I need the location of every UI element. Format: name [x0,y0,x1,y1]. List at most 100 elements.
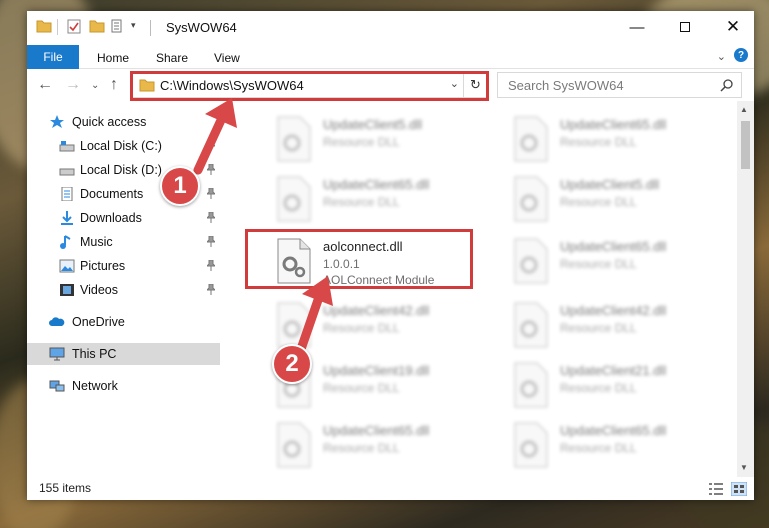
pin-icon[interactable] [207,212,215,223]
forward-icon[interactable]: → [65,76,81,94]
pin-icon[interactable] [207,164,215,175]
sidebar-item-label: Downloads [80,211,142,225]
file-item[interactable]: UpdateClient65.dll Resource DLL [274,175,494,229]
file-description: AOLConnect Module [323,273,435,287]
file-item[interactable]: UpdateClient65.dll Resource DLL [511,421,731,473]
sidebar-item-label: Local Disk (C:) [80,139,162,153]
tab-file[interactable]: File [27,45,79,69]
dll-file-icon [514,176,548,222]
item-count: 155 items [39,481,92,495]
search-icon[interactable] [720,78,734,92]
file-name: UpdateClient19.dll [323,363,430,378]
documents-icon [61,187,73,201]
step-2-badge: 2 [272,344,312,384]
file-item-aolconnect[interactable]: aolconnect.dll 1.0.0.1 AOLConnect Module [274,237,494,291]
scroll-thumb[interactable] [741,121,750,169]
file-description: Resource DLL [560,195,637,209]
file-description: Resource DLL [560,135,637,149]
sidebar-item-label: Local Disk (D:) [80,163,162,177]
sidebar-item-label: Quick access [72,115,147,129]
file-item[interactable]: UpdateClient5.dll Resource DLL [274,115,494,169]
pin-icon[interactable] [207,236,215,247]
file-description: Resource DLL [560,381,637,395]
search-input[interactable] [497,72,742,98]
sidebar-item-downloads[interactable]: Downloads [27,207,220,229]
minimize-button[interactable]: — [625,17,649,37]
sidebar-item-videos[interactable]: Videos [27,279,220,301]
file-name: UpdateClient42.dll [560,303,667,318]
close-button[interactable]: ✕ [721,17,745,37]
file-item[interactable]: UpdateClient5.dll Resource DLL [511,175,731,229]
file-name: UpdateClient5.dll [560,177,660,192]
sidebar-item-local-disk-c[interactable]: Local Disk (C:) [27,135,220,157]
sidebar-item-onedrive[interactable]: OneDrive [27,311,220,333]
address-bar[interactable]: C:\Windows\SysWOW64 ⌄ ↻ [132,72,488,98]
step-1-badge: 1 [160,166,200,206]
navigation-bar: ← → ⌄ ↑ C:\Windows\SysWOW64 ⌄ ↻ [27,69,754,101]
details-view-icon[interactable] [708,482,724,496]
file-item[interactable]: UpdateClient65.dll Resource DLL [511,115,731,169]
properties-icon[interactable] [67,19,81,34]
file-list: UpdateClient5.dll Resource DLL UpdateCli… [237,103,737,473]
address-dropdown-icon[interactable]: ⌄ [450,77,459,90]
sidebar-item-this-pc[interactable]: This PC [27,343,220,365]
sidebar-item-pictures[interactable]: Pictures [27,255,220,277]
file-description: Resource DLL [560,441,637,455]
pin-icon[interactable] [207,140,215,151]
scroll-down-icon[interactable]: ▼ [740,463,748,472]
pictures-icon [59,259,75,273]
sidebar-item-quick-access[interactable]: Quick access [27,111,220,133]
file-name: UpdateClient65.dll [560,117,667,132]
toolbar-dropdown-icon[interactable]: ▾ [131,20,136,31]
dll-file-icon [514,116,548,162]
sidebar-item-music[interactable]: Music [27,231,220,253]
computer-icon [49,347,65,361]
tab-share[interactable]: Share [156,51,188,65]
customize-toolbar-icon[interactable] [111,19,127,33]
status-bar: 155 items [27,477,754,500]
file-item[interactable]: UpdateClient42.dll Resource DLL [274,301,494,355]
sidebar-item-label: Pictures [80,259,126,273]
maximize-button[interactable] [673,17,697,37]
pin-icon[interactable] [207,188,215,199]
file-description: Resource DLL [323,135,400,149]
file-name: UpdateClient65.dll [323,177,430,192]
title-bar: ▾ SysWOW64 — ✕ [27,11,754,43]
explorer-window: ▾ SysWOW64 — ✕ File Home Share View ⌄ ? … [27,11,754,500]
music-icon [60,235,71,249]
star-icon [50,115,64,128]
sidebar-item-label: OneDrive [72,315,125,329]
file-description: Resource DLL [323,381,400,395]
tab-home[interactable]: Home [97,51,129,65]
refresh-icon[interactable]: ↻ [463,73,487,97]
dll-file-icon [277,116,311,162]
dll-file-icon [277,422,311,468]
file-item[interactable]: UpdateClient65.dll Resource DLL [274,421,494,473]
dll-file-icon [514,302,548,348]
address-text[interactable]: C:\Windows\SysWOW64 [160,78,304,93]
file-name: UpdateClient21.dll [560,363,667,378]
vertical-scrollbar[interactable]: ▲ ▼ [737,101,754,477]
file-version: 1.0.0.1 [323,257,360,271]
up-icon[interactable]: ↑ [110,76,118,94]
pin-icon[interactable] [207,260,215,271]
folder-icon [36,20,52,33]
file-description: Resource DLL [560,257,637,271]
file-item[interactable]: UpdateClient42.dll Resource DLL [511,301,731,355]
file-item[interactable]: UpdateClient65.dll Resource DLL [511,237,731,291]
dll-file-icon [277,302,311,348]
navigation-pane: Quick access Local Disk (C:) Local Disk … [27,107,220,467]
pin-icon[interactable] [207,284,215,295]
tab-view[interactable]: View [214,51,240,65]
tiles-view-icon[interactable] [731,482,747,496]
help-button[interactable]: ? [734,48,748,62]
sidebar-item-network[interactable]: Network [27,375,220,397]
file-item[interactable]: UpdateClient21.dll Resource DLL [511,361,731,415]
scroll-up-icon[interactable]: ▲ [740,105,748,114]
sidebar-item-label: This PC [72,347,117,361]
expand-ribbon-icon[interactable]: ⌄ [717,50,726,63]
cloud-icon [49,317,65,326]
new-folder-icon[interactable] [89,19,105,33]
back-icon[interactable]: ← [37,76,53,94]
recent-locations-icon[interactable]: ⌄ [91,80,99,91]
